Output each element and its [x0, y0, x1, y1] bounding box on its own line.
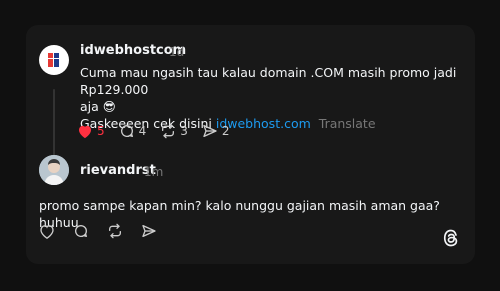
reply-repost-button[interactable] [107, 223, 123, 239]
reply-share-button[interactable] [141, 223, 157, 239]
send-icon [202, 123, 218, 139]
post-line-2: aja 😎 [80, 99, 116, 114]
idwebhost-avatar[interactable] [39, 45, 69, 75]
translate-link[interactable]: Translate [319, 116, 376, 131]
reply-actions [39, 223, 171, 239]
comment-icon [73, 223, 89, 239]
reply-like-button[interactable] [39, 224, 55, 239]
rievandrst-avatar[interactable] [39, 155, 69, 185]
thread-card: idwebhostcom 1d Cuma mau ngasih tau kala… [26, 25, 475, 264]
repost-icon [107, 223, 123, 239]
reply-button[interactable]: 4 [119, 123, 147, 139]
reply-comment-button[interactable] [73, 223, 89, 239]
post-line-1: Cuma mau ngasih tau kalau domain .COM ma… [80, 65, 457, 97]
heart-icon [77, 124, 93, 139]
repost-button[interactable]: 3 [160, 123, 188, 139]
send-icon [141, 223, 157, 239]
like-count: 5 [97, 124, 105, 138]
comment-icon [119, 123, 135, 139]
repost-count: 3 [180, 124, 188, 138]
post-actions: 5 4 3 2 [77, 123, 244, 139]
threads-logo-icon[interactable] [441, 228, 461, 252]
like-button[interactable]: 5 [77, 124, 105, 139]
reply-time: 1m [144, 165, 164, 179]
post-time: 1d [169, 45, 185, 59]
repost-icon [160, 123, 176, 139]
post-body: Cuma mau ngasih tau kalau domain .COM ma… [80, 64, 470, 132]
heart-icon [39, 224, 55, 239]
reply-count: 4 [138, 124, 147, 138]
share-button[interactable]: 2 [202, 123, 230, 139]
share-count: 2 [221, 124, 230, 138]
